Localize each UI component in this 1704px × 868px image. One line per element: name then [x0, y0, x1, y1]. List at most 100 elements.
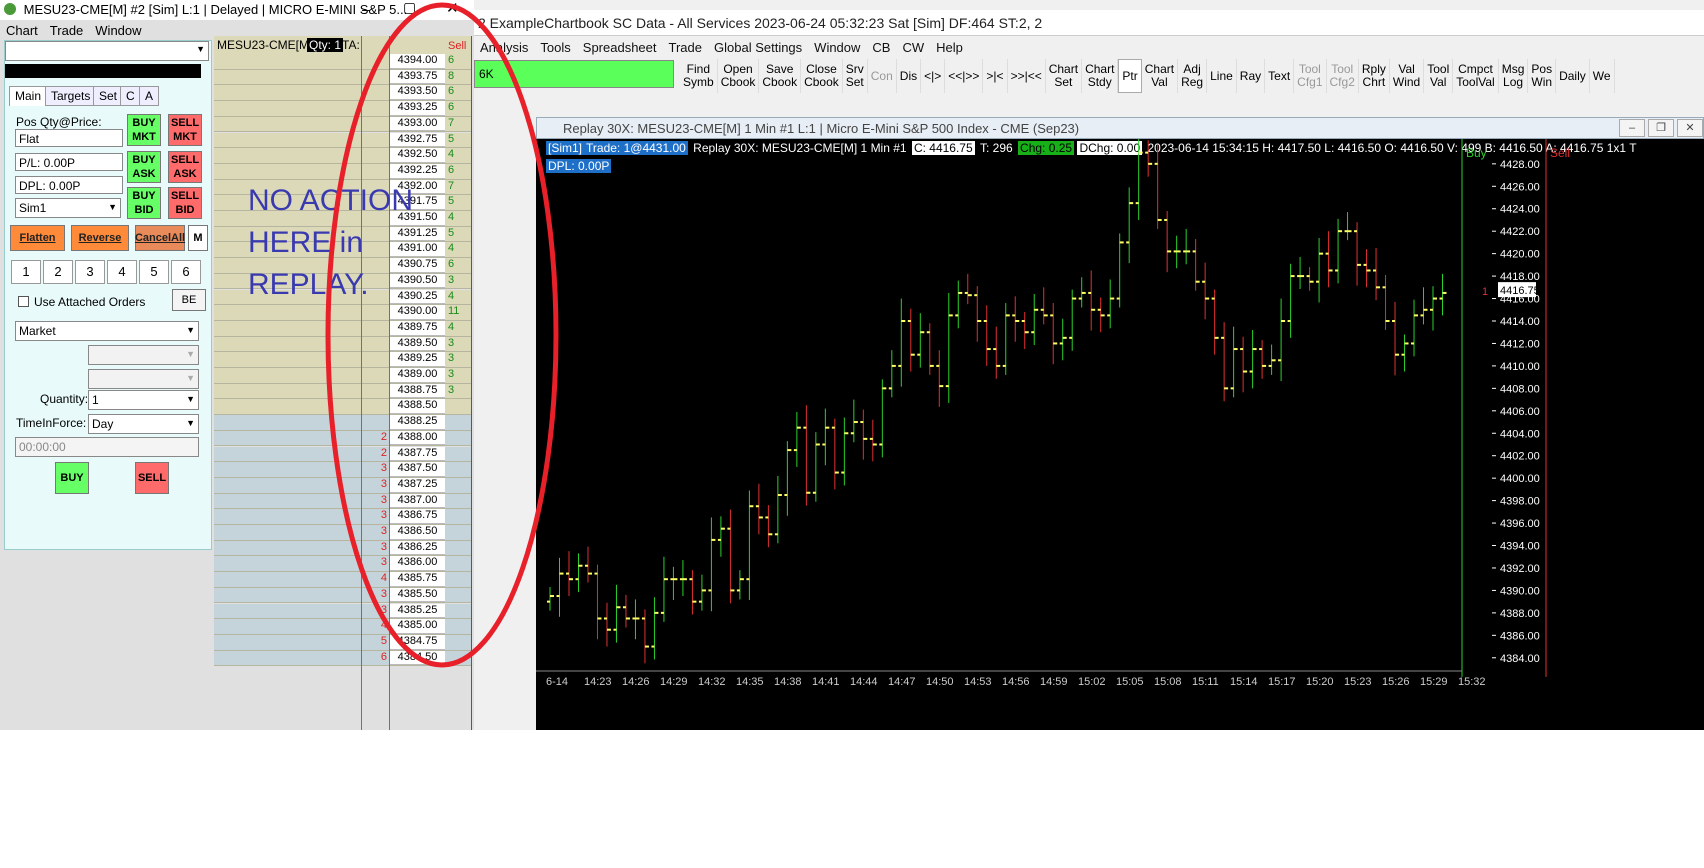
qty-button-5[interactable]: 5	[139, 260, 169, 284]
ladder-row[interactable]: 4389.00 3	[214, 368, 472, 384]
menu-global-settings[interactable]: Global Settings	[708, 37, 808, 59]
toolbar-button-save-cbook[interactable]: Save Cbook	[759, 59, 802, 93]
price-chart[interactable]: Buy Sell 4428.00 4426.00 4424.00 4422.00 4420.…	[536, 139, 1704, 730]
menu-window[interactable]: Window	[89, 21, 147, 41]
menu-help[interactable]: Help	[930, 37, 969, 59]
qty-button-2[interactable]: 2	[43, 260, 73, 284]
ladder-row[interactable]: 4392.75 5	[214, 132, 472, 149]
m-button[interactable]: M	[188, 225, 208, 251]
toolbar-button-xxxxx[interactable]: <<|>>	[945, 59, 984, 93]
ladder-row[interactable]: 2 4387.75	[214, 446, 472, 463]
toolbar-button-daily[interactable]: Daily	[1556, 59, 1590, 93]
buy-button[interactable]: BUY	[55, 462, 89, 494]
sell-bid-button[interactable]: SELL BID	[168, 187, 202, 219]
ladder-row[interactable]: 3 4386.75	[214, 509, 472, 525]
maximize-icon[interactable]: ▢	[403, 0, 416, 16]
sell-button[interactable]: SELL	[135, 462, 169, 494]
ladder-row[interactable]: 4388.50	[214, 399, 472, 416]
ladder-row[interactable]: 4394.00 6	[214, 54, 472, 70]
ladder-row[interactable]: 4392.50 4	[214, 148, 472, 164]
sell-mkt-button[interactable]: SELL MKT	[168, 114, 202, 146]
ladder-row[interactable]: 4393.50 6	[214, 85, 472, 102]
ladder-row[interactable]: 4389.75 4	[214, 320, 472, 337]
tab-set[interactable]: Set	[93, 86, 124, 106]
chart-window-title[interactable]: Replay 30X: MESU23-CME[M] 1 Min #1 L:1 |…	[536, 117, 1704, 139]
quick-symbol-box[interactable]: 6K	[474, 60, 674, 88]
ladder-row[interactable]: 4390.00 11	[214, 305, 472, 321]
toolbar-button-xxxxx[interactable]: >>|<<	[1008, 59, 1046, 93]
ladder-row[interactable]: 4 4385.75	[214, 572, 472, 588]
menu-window[interactable]: Window	[808, 37, 866, 59]
ladder-row[interactable]: 4392.25 6	[214, 163, 472, 180]
ladder-row[interactable]: 4388.75 3	[214, 383, 472, 400]
ladder-row[interactable]: 3 4385.50	[214, 587, 472, 604]
toolbar-button-tool-cfg2[interactable]: Tool Cfg2	[1327, 59, 1359, 93]
qty-button-6[interactable]: 6	[171, 260, 201, 284]
menu-analysis[interactable]: Analysis	[474, 37, 534, 59]
qty-button-3[interactable]: 3	[75, 260, 105, 284]
ladder-row[interactable]: 4 4385.00	[214, 619, 472, 635]
ladder-row[interactable]: 3 4386.00	[214, 556, 472, 573]
ladder-row[interactable]: 4393.00 7	[214, 116, 472, 133]
toolbar-button-ptr[interactable]: Ptr	[1118, 59, 1142, 93]
ladder-row[interactable]: 3 4387.25	[214, 477, 472, 494]
sell-ask-button[interactable]: SELL ASK	[168, 151, 202, 183]
toolbar-button-chart-set[interactable]: Chart Set	[1046, 59, 1083, 93]
toolbar-button-we[interactable]: We	[1590, 59, 1615, 93]
main-window-title[interactable]: 2 ExampleChartbook SC Data - All Service…	[474, 10, 1704, 36]
toolbar-button-chart-val[interactable]: Chart Val	[1142, 59, 1179, 93]
menu-chart[interactable]: Chart	[0, 21, 44, 41]
ladder-row[interactable]: 3 4387.50	[214, 462, 472, 478]
ladder-row[interactable]: 3 4386.50	[214, 525, 472, 541]
toolbar-button-cmpct-toolval[interactable]: Cmpct ToolVal	[1453, 59, 1499, 93]
buy-ask-button[interactable]: BUY ASK	[127, 151, 161, 183]
chart-close-icon[interactable]: ✕	[1677, 119, 1703, 137]
ladder-row[interactable]: 5 4384.75	[214, 634, 472, 651]
price1-field[interactable]: ▼	[88, 345, 199, 365]
time-field[interactable]: 00:00:00	[15, 437, 199, 457]
menu-trade[interactable]: Trade	[44, 21, 89, 41]
buy-bid-button[interactable]: BUY BID	[127, 187, 161, 219]
toolbar-button-close-cbook[interactable]: Close Cbook	[801, 59, 843, 93]
ladder-row[interactable]: 3 4385.25	[214, 603, 472, 620]
toolbar-button-xxx[interactable]: <|>	[921, 59, 946, 93]
menu-tools[interactable]: Tools	[534, 37, 576, 59]
toolbar-button-adj-reg[interactable]: Adj Reg	[1178, 59, 1208, 93]
toolbar-button-msg-log[interactable]: Msg Log	[1499, 59, 1529, 93]
ladder-row[interactable]: 3 4386.25	[214, 540, 472, 557]
chart-restore-icon[interactable]: ❐	[1648, 119, 1674, 137]
dom-window-titlebar[interactable]: MESU23-CME[M] #2 [Sim] L:1 | Delayed | M…	[0, 0, 474, 20]
toolbar-button-xxx[interactable]: >|<	[983, 59, 1008, 93]
minimize-icon[interactable]: –	[362, 1, 370, 17]
toolbar-button-val-wind[interactable]: Val Wind	[1390, 59, 1425, 93]
toolbar-button-rply-chrt[interactable]: Rply Chrt	[1359, 59, 1390, 93]
ladder-row[interactable]: 4393.75 8	[214, 69, 472, 86]
order-type-select[interactable]: Market ▼	[15, 321, 199, 341]
ladder-row[interactable]: 4389.50 3	[214, 336, 472, 353]
tab-main[interactable]: Main	[9, 86, 48, 106]
ladder-row[interactable]: 4393.25 6	[214, 101, 472, 117]
menu-trade[interactable]: Trade	[663, 37, 708, 59]
flatten-button[interactable]: Flatten	[10, 225, 65, 251]
toolbar-button-find-symb[interactable]: Find Symb	[680, 59, 718, 93]
toolbar-button-text[interactable]: Text	[1265, 59, 1295, 93]
price2-field[interactable]: ▼	[88, 369, 199, 389]
ladder-row[interactable]: 4389.25 3	[214, 352, 472, 368]
menu-cw[interactable]: CW	[896, 37, 930, 59]
ladder-row[interactable]: 3 4387.00	[214, 493, 472, 510]
cancel-all-button[interactable]: CancelAll	[135, 225, 185, 251]
ladder-row[interactable]: 4388.25	[214, 415, 472, 431]
tif-select[interactable]: Day ▼	[88, 414, 199, 434]
menu-spreadsheet[interactable]: Spreadsheet	[577, 37, 663, 59]
chart-minimize-icon[interactable]: –	[1619, 119, 1645, 137]
close-icon[interactable]: ✕	[446, 0, 459, 17]
tab-a[interactable]: A	[139, 86, 160, 106]
ladder-row[interactable]: 2 4388.00	[214, 430, 472, 447]
buy-mkt-button[interactable]: BUY MKT	[127, 114, 161, 146]
be-button[interactable]: BE	[172, 289, 206, 311]
price-ladder[interactable]: 4394.00 6 4393.75 8 4393.50 6 4393.25 6 4393.00 7…	[214, 36, 472, 730]
toolbar-button-line[interactable]: Line	[1207, 59, 1237, 93]
toolbar-button-open-cbook[interactable]: Open Cbook	[718, 59, 760, 93]
toolbar-button-pos-win[interactable]: Pos Win	[1528, 59, 1557, 93]
tab-c[interactable]: C	[120, 86, 141, 106]
